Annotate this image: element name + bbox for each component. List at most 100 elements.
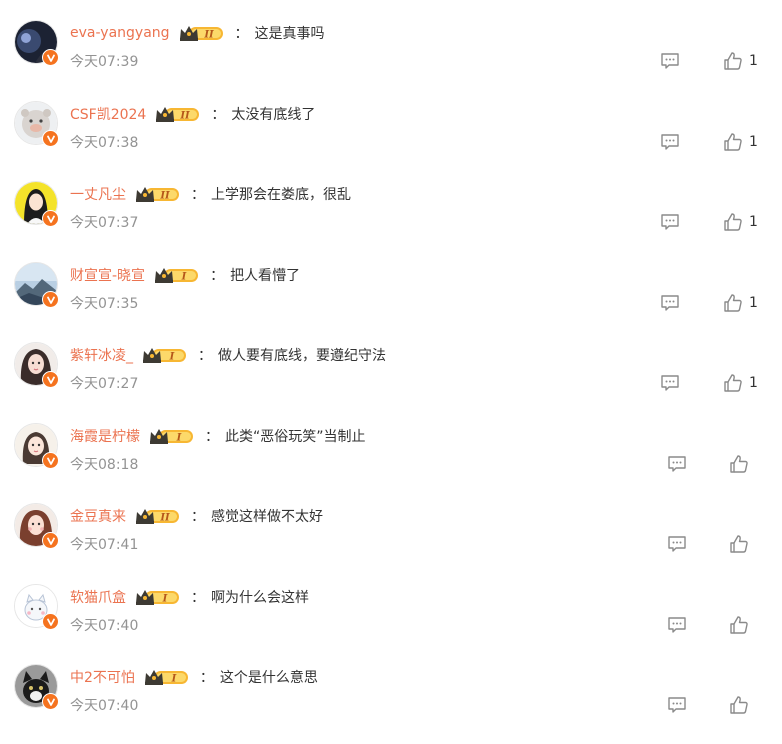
like-button[interactable] — [729, 454, 755, 474]
like-button[interactable]: 1 — [723, 51, 758, 71]
verified-v-icon — [42, 452, 59, 469]
like-button[interactable] — [729, 615, 755, 635]
svg-text:II: II — [159, 513, 170, 524]
avatar[interactable] — [14, 664, 59, 710]
avatar[interactable] — [14, 101, 59, 147]
thumbs-up-icon — [730, 616, 748, 634]
comment-text: 太没有底线了 — [231, 107, 316, 123]
like-button[interactable]: 1 — [723, 212, 758, 232]
username-link[interactable]: eva-yangyang — [70, 25, 170, 41]
like-count: 1 — [749, 53, 758, 69]
separator: ： — [198, 348, 212, 364]
svg-text:I: I — [169, 352, 175, 363]
comment-item: 软猫爪盒 I ： 啊为什么会这样 今天07:40 — [0, 584, 782, 664]
separator: ： — [191, 509, 205, 525]
comment-time: 今天08:18 — [70, 457, 139, 473]
like-count: 1 — [749, 375, 758, 391]
username-link[interactable]: 软猫爪盒 — [70, 587, 126, 607]
crown-level-badge-icon: II — [135, 506, 183, 526]
separator: ： — [210, 268, 225, 284]
svg-text:I: I — [181, 272, 187, 283]
avatar[interactable] — [14, 503, 59, 549]
comment-icon — [668, 617, 686, 633]
like-count: 1 — [749, 214, 758, 230]
like-button[interactable] — [729, 695, 755, 715]
thumbs-up-icon — [724, 133, 742, 151]
comment-text: 啊为什么会这样 — [211, 590, 309, 606]
comment-time: 今天07:41 — [70, 537, 139, 553]
svg-text:II: II — [180, 111, 191, 122]
comment-icon — [661, 295, 679, 311]
thumbs-up-icon — [724, 374, 742, 392]
thumbs-up-icon — [730, 455, 748, 473]
avatar[interactable] — [14, 342, 59, 388]
avatar[interactable] — [14, 20, 59, 66]
avatar[interactable] — [14, 181, 59, 227]
crown-level-badge-icon: II — [179, 23, 227, 43]
comment-time: 今天07:35 — [70, 296, 139, 312]
crown-level-badge-icon: I — [142, 345, 190, 365]
comment-list: eva-yangyang II ： 这是真事吗 今天07:39 1 CSF凯20… — [0, 0, 782, 736]
reply-button[interactable] — [660, 132, 680, 152]
comment-time: 今天07:40 — [70, 698, 139, 714]
comment-time: 今天07:39 — [70, 54, 139, 70]
username-link[interactable]: 中2不可怕 — [70, 667, 135, 687]
svg-text:I: I — [171, 674, 177, 685]
like-button[interactable]: 1 — [723, 373, 758, 393]
verified-v-icon — [42, 49, 59, 66]
reply-button[interactable] — [660, 373, 680, 393]
crown-level-badge-icon: I — [144, 667, 192, 687]
comment-text: 此类“恶俗玩笑”当制止 — [225, 429, 366, 445]
comment-time: 今天07:38 — [70, 135, 139, 151]
like-button[interactable]: 1 — [723, 132, 758, 152]
username-link[interactable]: 财宣宣-晓宣 — [70, 265, 145, 285]
comment-time: 今天07:27 — [70, 376, 139, 392]
verified-v-icon — [42, 613, 59, 630]
reply-button[interactable] — [660, 51, 680, 71]
avatar[interactable] — [14, 584, 59, 630]
svg-text:I: I — [176, 433, 182, 444]
username-link[interactable]: 海霞是柠檬 — [70, 426, 140, 446]
comment-text: 这是真事吗 — [254, 26, 325, 42]
reply-button[interactable] — [667, 695, 687, 715]
thumbs-up-icon — [730, 535, 748, 553]
comment-text: 这个是什么意思 — [219, 670, 318, 686]
comment-icon — [661, 375, 679, 391]
username-link[interactable]: 金豆真来 — [70, 506, 126, 526]
separator: ： — [191, 187, 205, 203]
crown-level-badge-icon: II — [135, 184, 183, 204]
username-link[interactable]: 紫轩冰凌_ — [70, 345, 133, 365]
svg-text:I: I — [162, 594, 168, 605]
reply-button[interactable] — [667, 615, 687, 635]
separator: ： — [211, 107, 226, 123]
separator: ： — [199, 670, 214, 686]
separator: ： — [191, 590, 205, 606]
crown-level-badge-icon: I — [154, 265, 202, 285]
comment-time: 今天07:37 — [70, 215, 139, 231]
comment-item: 紫轩冰凌_ I ： 做人要有底线，要遵纪守法 今天07:27 1 — [0, 342, 782, 422]
comment-icon — [668, 456, 686, 472]
svg-text:II: II — [159, 191, 170, 202]
comment-text: 做人要有底线，要遵纪守法 — [218, 348, 386, 364]
like-button[interactable]: 1 — [723, 293, 758, 313]
separator: ： — [205, 429, 219, 445]
comment-item: 金豆真来 II ： 感觉这样做不太好 今天07:41 — [0, 503, 782, 583]
username-link[interactable]: 一丈凡尘 — [70, 184, 126, 204]
verified-v-icon — [42, 291, 59, 308]
thumbs-up-icon — [724, 52, 742, 70]
comment-item: 一丈凡尘 II ： 上学那会在娄底，很乱 今天07:37 1 — [0, 181, 782, 261]
separator: ： — [234, 26, 249, 42]
avatar[interactable] — [14, 423, 59, 469]
svg-text:II: II — [203, 30, 214, 41]
reply-button[interactable] — [667, 534, 687, 554]
reply-button[interactable] — [660, 293, 680, 313]
like-button[interactable] — [729, 534, 755, 554]
comment-icon — [661, 53, 679, 69]
username-link[interactable]: CSF凯2024 — [70, 104, 146, 124]
comment-icon — [661, 214, 679, 230]
reply-button[interactable] — [667, 454, 687, 474]
avatar[interactable] — [14, 262, 59, 308]
comment-item: CSF凯2024 II ： 太没有底线了 今天07:38 1 — [0, 101, 782, 181]
reply-button[interactable] — [660, 212, 680, 232]
comment-icon — [668, 536, 686, 552]
